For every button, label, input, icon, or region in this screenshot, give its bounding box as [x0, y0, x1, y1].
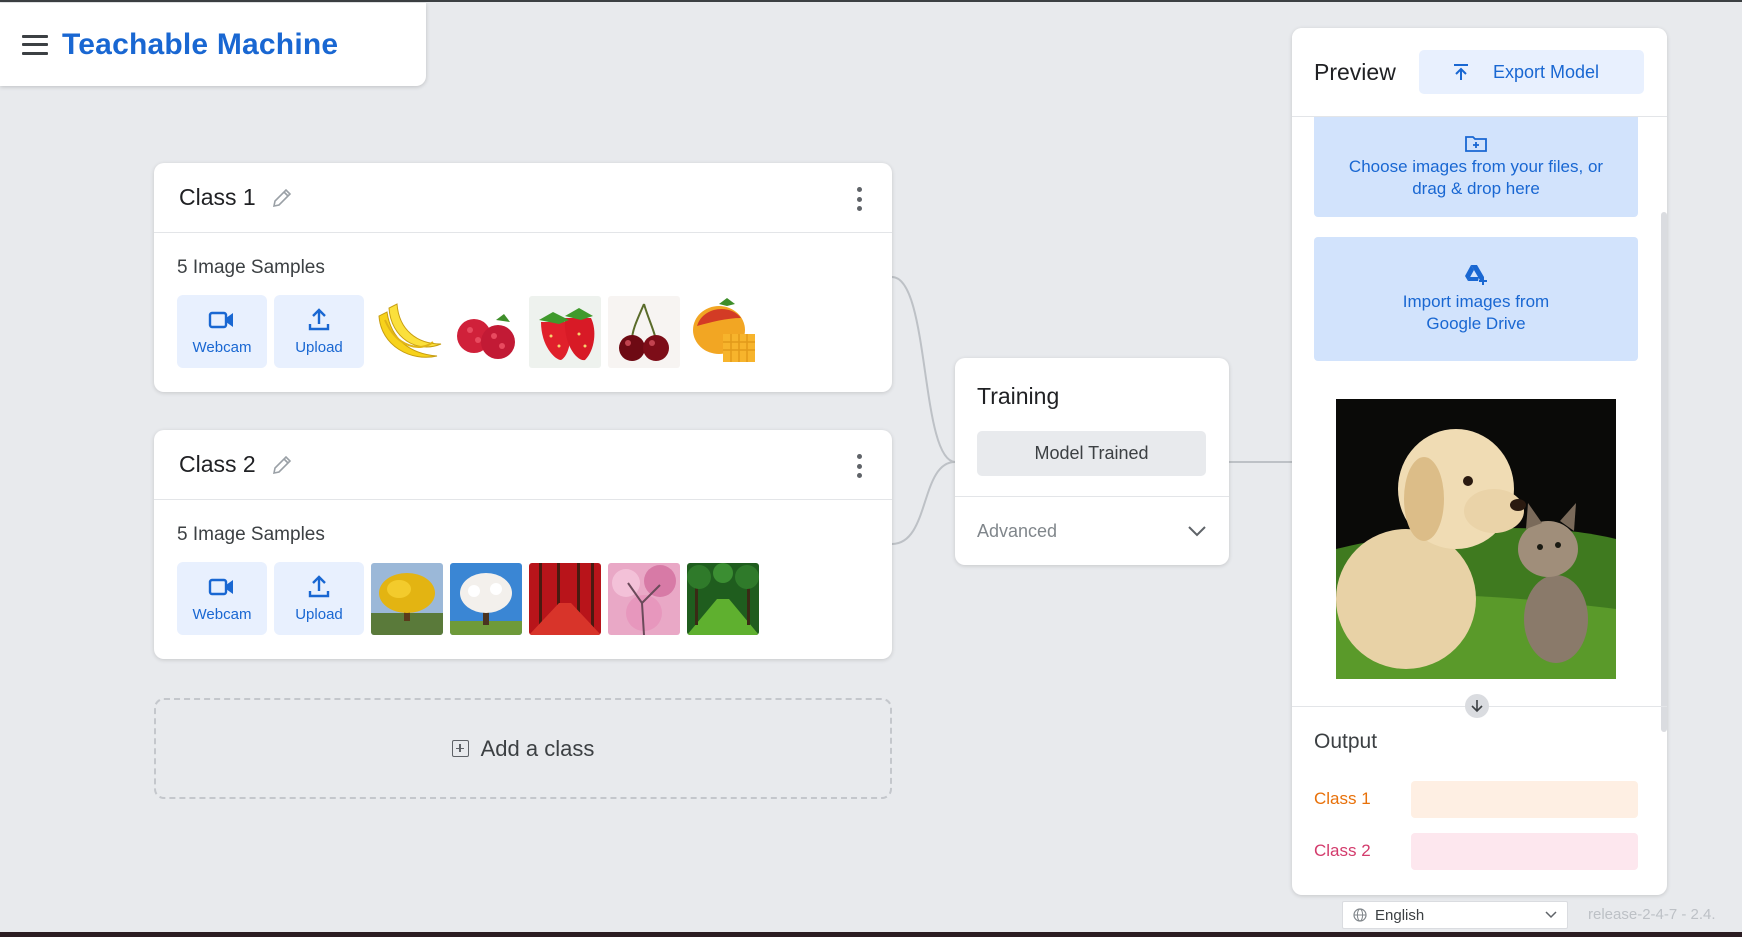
upload-button[interactable]: Upload: [274, 295, 364, 368]
thumbnail-yellow-tree[interactable]: [371, 562, 443, 635]
arrow-down-icon[interactable]: [1465, 694, 1489, 718]
training-card: Training Model Trained Advanced: [955, 358, 1229, 565]
webcam-label: Webcam: [192, 339, 252, 356]
thumbnail-white-blossom-tree[interactable]: [450, 562, 522, 635]
file-drop-zone[interactable]: Choose images from your files, or drag &…: [1314, 117, 1638, 217]
webcam-button[interactable]: Webcam: [177, 562, 267, 635]
app-title: Teachable Machine: [62, 27, 339, 61]
more-options-icon[interactable]: [856, 454, 862, 478]
advanced-toggle[interactable]: Advanced: [955, 496, 1229, 565]
thumbnail-red-forest[interactable]: [529, 562, 601, 635]
edit-pencil-icon[interactable]: [270, 186, 294, 210]
training-title: Training: [977, 383, 1060, 409]
export-model-button[interactable]: Export Model: [1419, 50, 1644, 94]
upload-icon: [308, 308, 330, 331]
add-box-icon: [451, 740, 469, 757]
add-folder-icon: [1465, 136, 1487, 152]
thumbnail-strawberries[interactable]: [529, 295, 601, 368]
samples-count: 5 Image Samples: [177, 524, 325, 545]
preview-title: Preview: [1314, 58, 1396, 85]
output-class-label: Class 2: [1314, 841, 1371, 860]
release-version: release-2-4-7 - 2.4.: [1588, 906, 1716, 923]
language-value: English: [1375, 906, 1425, 924]
class-name[interactable]: Class 2: [179, 451, 256, 478]
google-drive-text: Import images from Google Drive: [1402, 292, 1550, 333]
webcam-label: Webcam: [192, 606, 252, 623]
google-drive-add-icon: [1465, 265, 1487, 285]
language-select[interactable]: English: [1342, 901, 1568, 929]
upload-icon: [308, 575, 330, 598]
class-name[interactable]: Class 1: [179, 184, 256, 211]
thumbnail-pink-blossom[interactable]: [608, 562, 680, 635]
webcam-button[interactable]: Webcam: [177, 295, 267, 368]
chevron-down-icon: [1545, 911, 1557, 919]
bottom-border: [0, 932, 1742, 937]
more-options-icon[interactable]: [856, 187, 862, 211]
advanced-label: Advanced: [977, 520, 1058, 541]
preview-image-puppy-and-kitten: [1336, 399, 1616, 679]
chevron-down-icon: [1188, 526, 1206, 537]
add-class-label: Add a class: [480, 735, 595, 761]
app-header: Teachable Machine: [0, 3, 426, 86]
globe-icon: [1353, 908, 1367, 922]
output-class-label: Class 1: [1314, 789, 1371, 808]
webcam-icon: [208, 578, 233, 596]
edit-pencil-icon[interactable]: [270, 453, 294, 477]
upload-label: Upload: [295, 606, 343, 623]
thumbnail-cherries[interactable]: [608, 295, 680, 368]
export-arrow-icon: [1454, 64, 1468, 80]
class-card-1: Class 1 5 Image Samples Webcam Upload: [154, 163, 892, 392]
thumbnail-green-tree-lane[interactable]: [687, 562, 759, 635]
samples-count: 5 Image Samples: [177, 257, 325, 278]
upload-label: Upload: [295, 339, 343, 356]
thumbnail-mango[interactable]: [687, 295, 759, 368]
thumbnail-banana[interactable]: [371, 295, 443, 368]
preview-panel: Preview Export Model Choose images from …: [1292, 28, 1667, 895]
train-model-button[interactable]: Model Trained: [977, 431, 1206, 476]
preview-scrollbar[interactable]: [1661, 212, 1667, 732]
output-row-class-1: Class 1: [1314, 780, 1638, 818]
output-title: Output: [1314, 730, 1378, 753]
preview-header: Preview Export Model: [1292, 28, 1667, 117]
webcam-icon: [208, 311, 233, 329]
class-card-2: Class 2 5 Image Samples Webcam Upload: [154, 430, 892, 659]
confidence-bar: [1411, 780, 1638, 818]
confidence-bar: [1411, 832, 1638, 870]
export-model-label: Export Model: [1493, 61, 1600, 82]
google-drive-import-button[interactable]: Import images from Google Drive: [1314, 237, 1638, 361]
class-card-header: Class 1: [154, 163, 892, 233]
upload-button[interactable]: Upload: [274, 562, 364, 635]
file-drop-text: Choose images from your files, or drag &…: [1348, 157, 1604, 198]
samples-row: Webcam Upload: [177, 295, 892, 368]
class-card-header: Class 2: [154, 430, 892, 500]
samples-row: Webcam Upload: [177, 562, 892, 635]
hamburger-menu-icon[interactable]: [22, 34, 48, 55]
output-row-class-2: Class 2: [1314, 832, 1638, 870]
thumbnail-raspberries[interactable]: [450, 295, 522, 368]
add-class-button[interactable]: Add a class: [154, 698, 892, 799]
